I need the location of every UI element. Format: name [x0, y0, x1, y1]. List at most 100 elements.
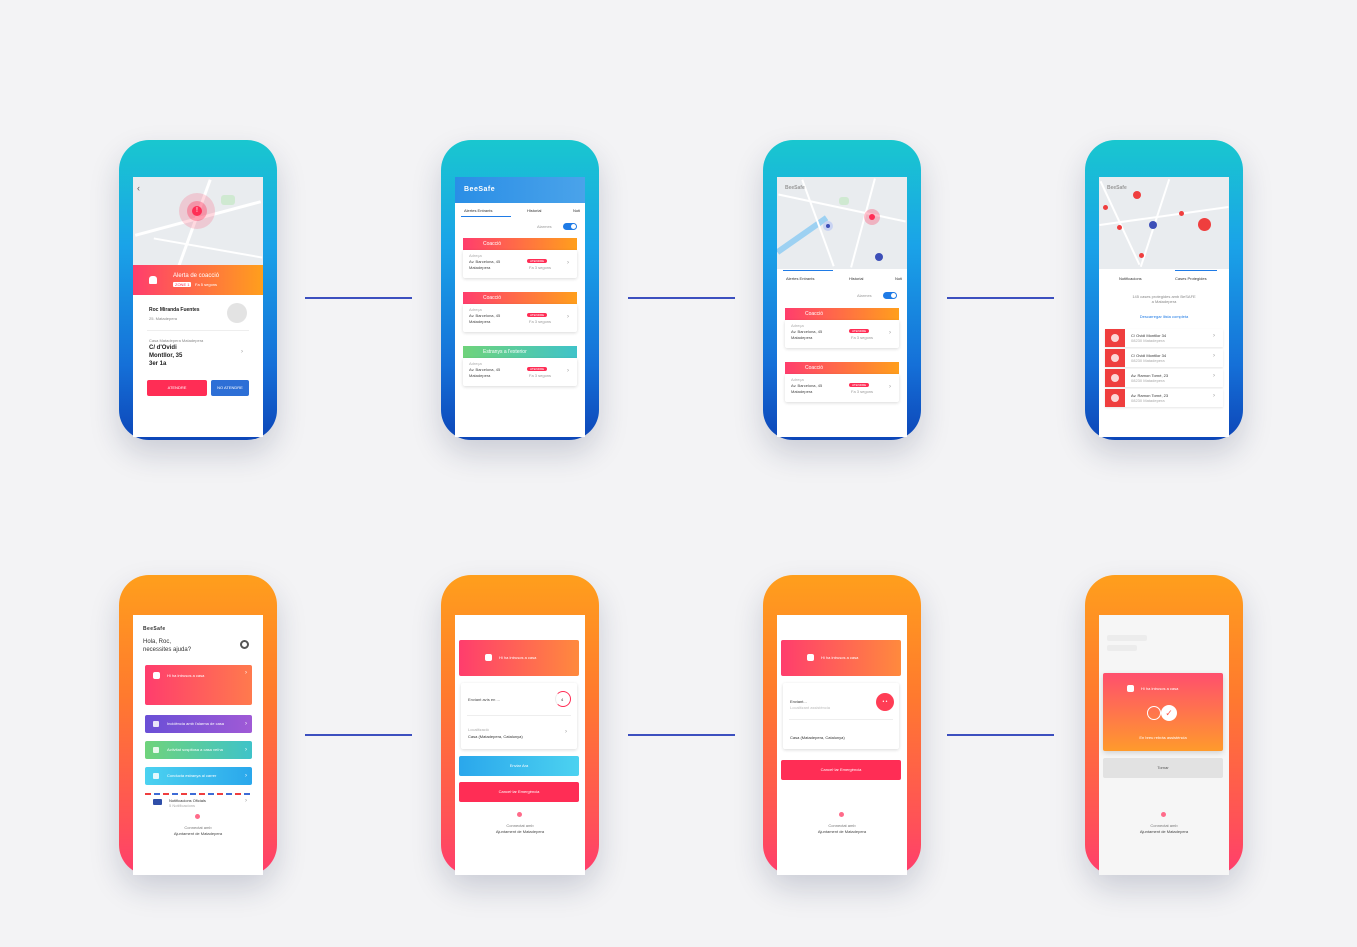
official-notifications[interactable]: Notificacions Oficials 5 Notificacions ›: [145, 796, 252, 810]
sending-card: Enviant... Localitzant assistència • • C…: [783, 683, 899, 749]
footer-connected: Connectat amb: [828, 823, 856, 828]
map-view[interactable]: BeeSafe: [777, 177, 907, 269]
status-badge: ATENDRE: [849, 329, 870, 333]
download-list-link[interactable]: Descarregar llista completa: [1099, 314, 1229, 319]
cancel-emergency-button[interactable]: Cancel·lar Emergència: [459, 782, 579, 802]
cancel-emergency-button[interactable]: Cancel·lar Emergència: [781, 760, 901, 780]
ghost-icon: [1127, 685, 1134, 692]
sending-card: Enviant avís en ... 4 Localització Casa …: [461, 683, 577, 749]
alert-title: Alerta de coacció: [173, 273, 220, 279]
city-logo-icon: [517, 812, 522, 817]
status-badge: ATENDRE: [527, 313, 548, 317]
footer-connected: Connectat amb: [184, 825, 212, 830]
alert-banner: Alerta de coacció ZONE 1 Fa 5 segons: [133, 265, 263, 295]
alert-card[interactable]: Adreça Av. Barcelona, 45 Matadepera ATEN…: [785, 320, 899, 348]
tab-history[interactable]: Historial: [849, 276, 863, 281]
tab-protected-homes[interactable]: Cases Protegides: [1175, 276, 1207, 281]
flow-connector: [305, 297, 412, 299]
tab-notifications[interactable]: Noti: [573, 208, 580, 213]
menu-item-neighbor-activity[interactable]: Activitat sospitosa a casa veïna ›: [145, 741, 252, 759]
list-item[interactable]: C/ Ovidi Montllor 34 08230 Matadepera ›: [1105, 329, 1223, 347]
street-icon: [153, 773, 159, 779]
house-alert-icon: [1105, 329, 1125, 347]
emergency-header: Hi ha intrusos a casa: [459, 640, 579, 676]
app-logo: BeeSafe: [1107, 185, 1127, 191]
footer-connected: Connectat amb: [1150, 823, 1178, 828]
alert-card[interactable]: Adreça Av. Barcelona, 45 Matadepera ATEN…: [785, 374, 899, 402]
phone-protected-homes: BeeSafe Notificacions Cases Protegides 1…: [1085, 140, 1243, 440]
screen: BeeSafe Alertes Entrants Historial Noti …: [455, 177, 585, 437]
greeting-line2: necessites ajuda?: [143, 647, 192, 653]
alarm-icon: [153, 721, 159, 727]
phone-confirmation: Hi ha intrusos a casa ✓ En breu rebràs a…: [1085, 575, 1243, 875]
send-now-button[interactable]: Enviar Ara: [459, 756, 579, 776]
chevron-right-icon[interactable]: ›: [565, 729, 567, 735]
menu-item-intruders[interactable]: Hi ha intrusos a casa ›: [145, 665, 252, 705]
house-alert-icon: [1105, 369, 1125, 387]
chevron-right-icon: ›: [889, 330, 891, 336]
tab-history[interactable]: Historial: [527, 208, 541, 213]
gear-icon[interactable]: [240, 640, 249, 649]
chevron-right-icon[interactable]: ›: [241, 349, 243, 355]
alarms-toggle[interactable]: [563, 223, 577, 230]
ghost-icon: [153, 672, 160, 679]
tab-notifications[interactable]: Noti: [895, 276, 902, 281]
address-line1: C/ d'Ovidi: [149, 345, 177, 351]
status-badge: ATENDRE: [527, 259, 548, 263]
attend-button[interactable]: ATENDRE: [147, 380, 207, 396]
alarms-toggle[interactable]: [883, 292, 897, 299]
status-badge: ATENDRE: [849, 383, 870, 387]
app-logo: BeeSafe: [143, 626, 166, 632]
tab-incoming[interactable]: Alertes Entrants: [464, 208, 492, 213]
chevron-right-icon: ›: [1213, 333, 1215, 339]
footer-city: Ajuntament de Matadepera: [817, 829, 867, 834]
chevron-right-icon: ›: [1213, 373, 1215, 379]
chevron-right-icon: ›: [567, 260, 569, 266]
location-value: Casa (Matadepera, Catalunya): [790, 735, 845, 740]
active-tab-indicator: [461, 216, 511, 217]
footer-connected: Connectat amb: [506, 823, 534, 828]
house-alert-icon: [1105, 349, 1125, 367]
sending-label: Enviant avís en ...: [468, 697, 500, 702]
app-logo: BeeSafe: [785, 185, 805, 191]
footer-city: Ajuntament de Matadepera: [495, 829, 545, 834]
chevron-right-icon: ›: [567, 368, 569, 374]
menu-item-alarm-issue[interactable]: Incidència amb l'alarma de casa ›: [145, 715, 252, 733]
list-item[interactable]: C/ Ovidi Montllor 34 08230 Matadepera ›: [1105, 349, 1223, 367]
no-attend-button[interactable]: NO ATENDRE: [211, 380, 249, 396]
flow-connector: [947, 734, 1054, 736]
flow-connector: [305, 734, 412, 736]
city-logo-icon: [1161, 812, 1166, 817]
alert-card[interactable]: Adreça Av. Barcelona, 45 Matadepera ATEN…: [463, 304, 577, 332]
app-logo: BeeSafe: [464, 186, 496, 193]
location-label: Localització: [468, 727, 489, 732]
alert-marker-icon: !: [192, 206, 202, 216]
map-view[interactable]: BeeSafe: [1099, 177, 1229, 269]
alert-card[interactable]: Adreça Av. Barcelona, 45 Matadepera ATEN…: [463, 250, 577, 278]
list-item[interactable]: Av. Ramon Torné, 23 08230 Matadepera ›: [1105, 389, 1223, 407]
ghost-icon: [807, 654, 814, 661]
tab-notifications[interactable]: Notificacions: [1119, 276, 1142, 281]
chevron-right-icon: ›: [889, 384, 891, 390]
sending-label: Enviant...: [790, 699, 807, 704]
chevron-right-icon: ›: [245, 773, 247, 779]
phone-alert-detail: ‹ ! Alerta de coacció ZONE 1 Fa 5 segons…: [119, 140, 277, 440]
menu-item-street-behavior[interactable]: Conducta estranya al carrer ›: [145, 767, 252, 785]
screen: Hi ha intrusos a casa ✓ En breu rebràs a…: [1099, 615, 1229, 875]
avatar: [227, 303, 247, 323]
active-tab-indicator: [1175, 270, 1217, 271]
alert-card[interactable]: Adreça Av. Barcelona, 45 Matadepera ATEN…: [463, 358, 577, 386]
back-arrow-icon[interactable]: ‹: [137, 183, 140, 193]
house-icon: [153, 747, 159, 753]
screen: Hi ha intrusos a casa Enviant... Localit…: [777, 615, 907, 875]
chevron-right-icon: ›: [567, 314, 569, 320]
map-view[interactable]: ‹ !: [133, 177, 263, 269]
alert-card-header: Coacció: [463, 292, 577, 304]
city-logo-icon: [839, 812, 844, 817]
tab-incoming[interactable]: Alertes Entrants: [786, 276, 814, 281]
back-button[interactable]: Tornar: [1103, 758, 1223, 778]
phone-citizen-home: BeeSafe Hola, Roc, necessites ajuda? Hi …: [119, 575, 277, 875]
alert-card-header: Coacció: [785, 362, 899, 374]
list-item[interactable]: Av. Ramon Torné, 23 08230 Matadepera ›: [1105, 369, 1223, 387]
alert-card-header: Coacció: [785, 308, 899, 320]
